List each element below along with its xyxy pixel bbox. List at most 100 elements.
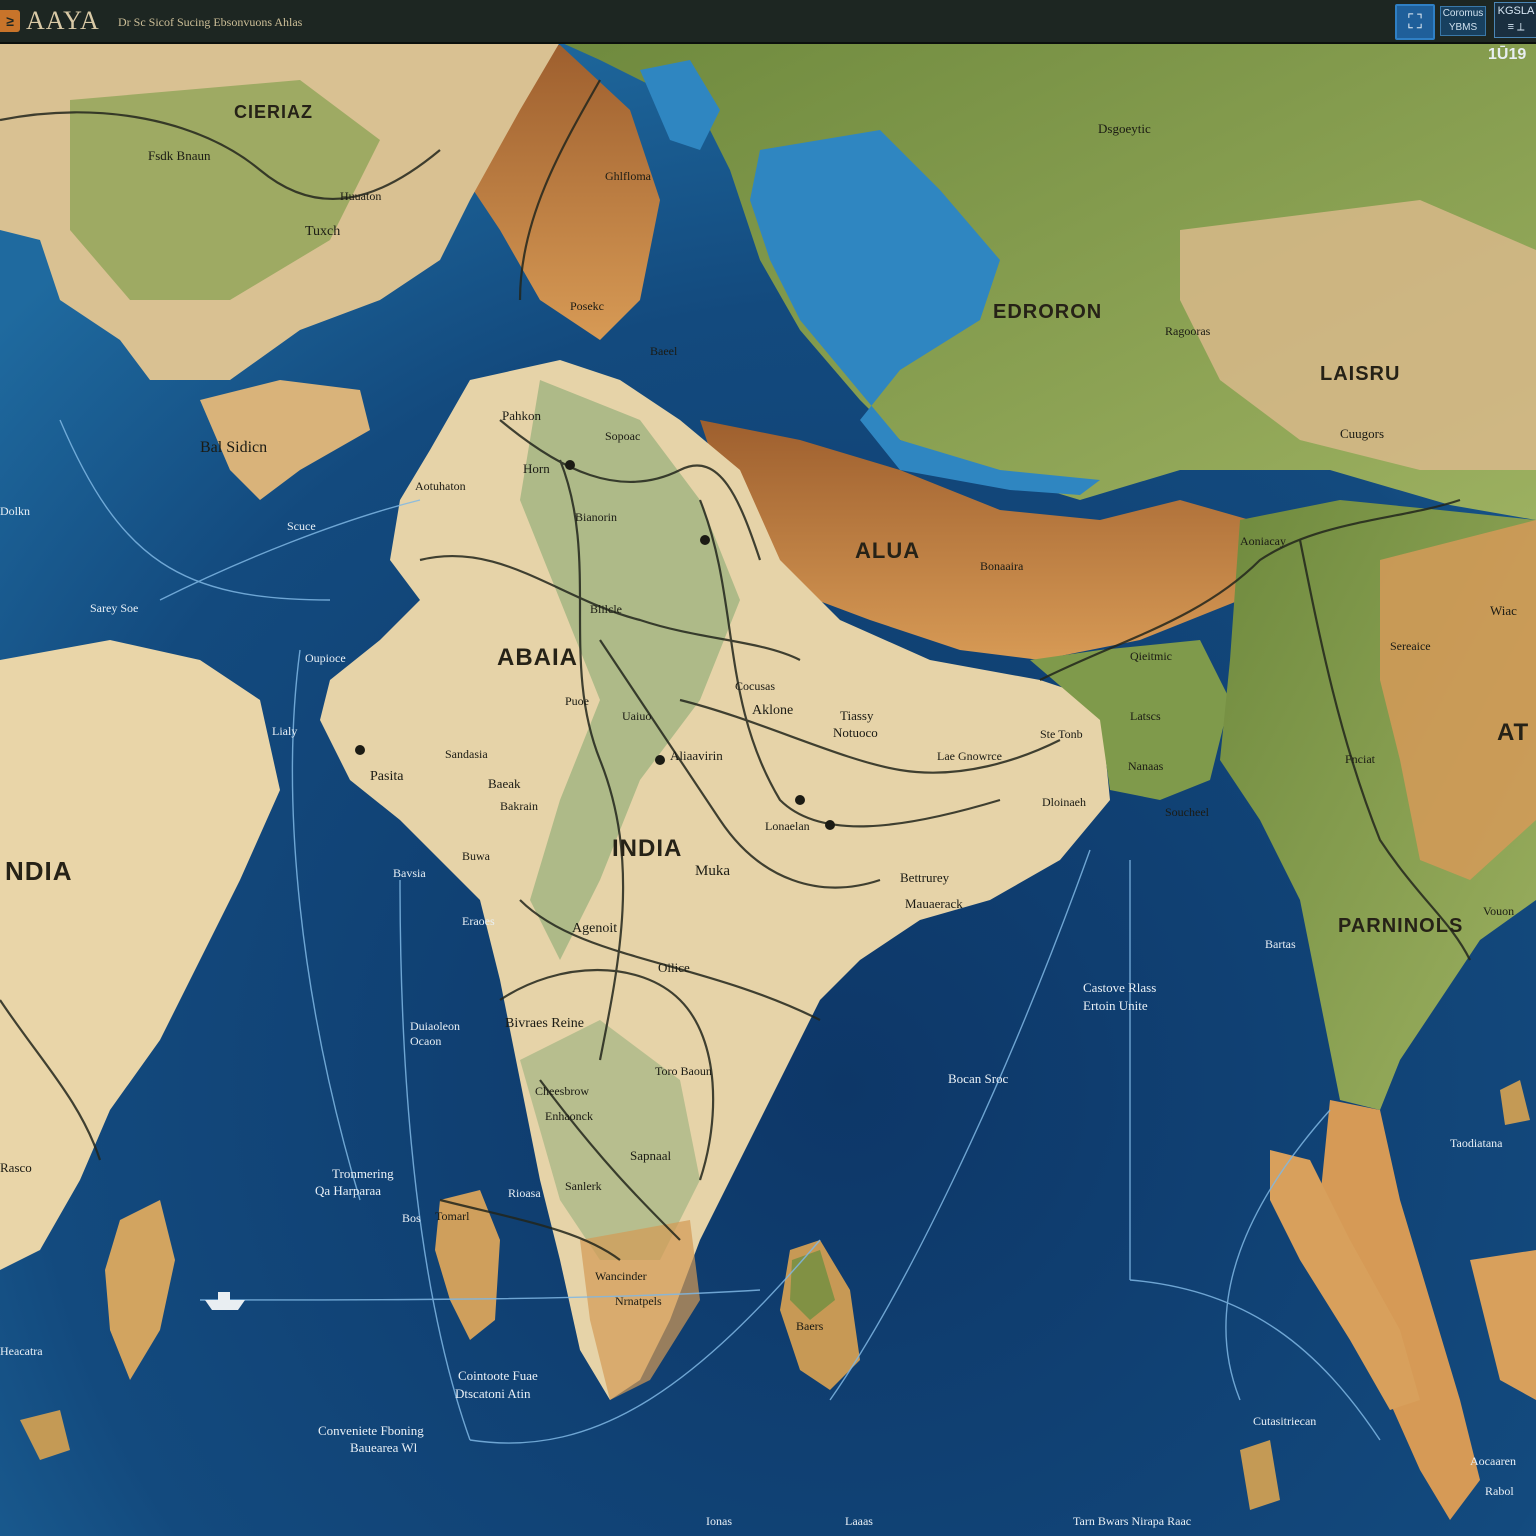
svg-text:Notuoco: Notuoco [833,725,878,740]
svg-text:Huuaton: Huuaton [340,189,381,203]
svg-text:Wiac: Wiac [1490,603,1517,618]
svg-text:Baers: Baers [796,1319,824,1333]
svg-text:Bettrurey: Bettrurey [900,870,950,885]
svg-text:Tiassy: Tiassy [840,708,874,723]
svg-text:Posekc: Posekc [570,299,604,313]
city-marker[interactable] [655,755,665,765]
svg-text:Cheesbrow: Cheesbrow [535,1084,589,1098]
city-marker[interactable] [825,820,835,830]
svg-text:Ste Tonb: Ste Tonb [1040,727,1083,741]
svg-text:Vouon: Vouon [1483,904,1514,918]
svg-text:Nanaas: Nanaas [1128,759,1164,773]
app-title: AAYA [26,6,100,35]
svg-text:Toro Baoun: Toro Baoun [655,1064,712,1078]
svg-text:Tronmering: Tronmering [332,1166,394,1181]
svg-text:Soucheel: Soucheel [1165,805,1210,819]
svg-text:Tuxch: Tuxch [305,224,340,239]
svg-text:Ocaon: Ocaon [410,1034,441,1048]
legend-chip-button[interactable]: KGSLA ≡ ⟂ [1494,2,1536,38]
app-subtitle: Dr Sc Sicof Sucing Ebsonvuons Ahlas [118,15,303,29]
svg-text:Pahkon: Pahkon [502,408,542,423]
svg-text:Dsgoeytic: Dsgoeytic [1098,121,1151,136]
svg-text:Nrnatpels: Nrnatpels [615,1294,662,1308]
svg-text:Laaas: Laaas [845,1514,873,1528]
svg-text:Bianorin: Bianorin [575,510,617,524]
svg-text:Sandasia: Sandasia [445,747,488,761]
svg-text:Bauearea Wl: Bauearea Wl [350,1440,418,1455]
region-label: PARNINOLS [1338,915,1463,937]
svg-text:Dtscatoni Atin: Dtscatoni Atin [455,1386,531,1401]
svg-text:Rioasa: Rioasa [508,1186,541,1200]
svg-text:Fnciat: Fnciat [1345,752,1376,766]
region-label: NDIA [5,856,73,886]
svg-text:Eraoes: Eraoes [462,914,495,928]
svg-text:Enhaonck: Enhaonck [545,1109,593,1123]
top-toolbar: ≥ AAYA Dr Sc Sicof Sucing Ebsonvuons Ahl… [0,0,1536,44]
svg-text:Ertoin Unite: Ertoin Unite [1083,998,1148,1013]
map-tool-button[interactable]: ⛶ [1395,4,1435,40]
svg-text:Heacatra: Heacatra [0,1344,43,1358]
svg-text:Bavsia: Bavsia [393,866,426,880]
svg-text:Cutasitriecan: Cutasitriecan [1253,1414,1316,1428]
svg-text:Buwa: Buwa [462,849,491,863]
svg-text:Dloinaeh: Dloinaeh [1042,795,1086,809]
svg-text:Tarn Bwars Nirapa Raac: Tarn Bwars Nirapa Raac [1073,1514,1191,1528]
app-logo-icon[interactable]: ≥ [0,10,20,32]
svg-text:Uaiuo: Uaiuo [622,709,651,723]
svg-text:Ragooras: Ragooras [1165,324,1211,338]
svg-text:Bonaaira: Bonaaira [980,559,1024,573]
region-label: ABAIA [497,644,578,671]
svg-text:Tomarl: Tomarl [435,1209,470,1223]
svg-text:Oupioce: Oupioce [305,651,346,665]
svg-text:Puoe: Puoe [565,694,589,708]
svg-text:Taodiatana: Taodiatana [1450,1136,1503,1150]
map-canvas[interactable]: NDIA INDIA ABAIA ALUA EDRORON LAISRU PAR… [0,0,1536,1536]
region-label: AT [1497,719,1529,746]
svg-text:Cuugors: Cuugors [1340,426,1384,441]
svg-text:Ionas: Ionas [706,1514,732,1528]
svg-text:Oilice: Oilice [658,960,690,975]
svg-text:Lonaelan: Lonaelan [765,819,810,833]
svg-text:Bakrain: Bakrain [500,799,538,813]
svg-text:Bocan Sroc: Bocan Sroc [948,1071,1009,1086]
svg-text:Qa Harparaa: Qa Harparaa [315,1183,381,1198]
svg-text:Scuce: Scuce [287,519,316,533]
svg-text:Latscs: Latscs [1130,709,1161,723]
svg-text:Dolkn: Dolkn [0,504,30,518]
svg-text:Blilcle: Blilcle [590,602,622,616]
svg-text:Baeel: Baeel [650,344,678,358]
svg-text:Bivraes Reine: Bivraes Reine [505,1016,584,1031]
svg-text:Sanlerk: Sanlerk [565,1179,602,1193]
svg-text:Qieitmic: Qieitmic [1130,649,1172,663]
region-label: INDIA [612,835,682,862]
svg-text:Lialy: Lialy [272,724,297,738]
svg-text:Cointoote Fuae: Cointoote Fuae [458,1368,538,1383]
region-label: CIERIAZ [234,102,313,122]
svg-text:Conveniete Fboning: Conveniete Fboning [318,1423,424,1438]
svg-text:Pasita: Pasita [370,769,404,784]
svg-text:Sopoac: Sopoac [605,429,640,443]
svg-text:Aliaavirin: Aliaavirin [670,748,723,763]
svg-text:Wancinder: Wancinder [595,1269,647,1283]
city-marker[interactable] [355,745,365,755]
svg-text:Aocaaren: Aocaaren [1470,1454,1516,1468]
map-application: NDIA INDIA ABAIA ALUA EDRORON LAISRU PAR… [0,0,1536,1536]
city-marker[interactable] [700,535,710,545]
svg-text:Cocusas: Cocusas [735,679,775,693]
svg-text:Aotuhaton: Aotuhaton [415,479,466,493]
region-label: EDRORON [993,301,1102,323]
svg-text:Bal Sidicn: Bal Sidicn [200,439,267,456]
region-label: ALUA [855,538,920,563]
city-marker[interactable] [565,460,575,470]
svg-text:Fsdk Bnaun: Fsdk Bnaun [148,148,211,163]
svg-text:Lae Gnowrce: Lae Gnowrce [937,749,1002,763]
svg-text:Castove Rlass: Castove Rlass [1083,980,1156,995]
svg-text:Sarey Soe: Sarey Soe [90,601,138,615]
region-label: LAISRU [1320,363,1400,385]
layer-chip-button[interactable]: Coromus YBMS [1440,6,1486,36]
svg-text:Sapnaal: Sapnaal [630,1148,672,1163]
svg-text:Bartas: Bartas [1265,937,1296,951]
city-marker[interactable] [795,795,805,805]
svg-text:Muka: Muka [695,863,730,879]
svg-text:Baeak: Baeak [488,776,521,791]
